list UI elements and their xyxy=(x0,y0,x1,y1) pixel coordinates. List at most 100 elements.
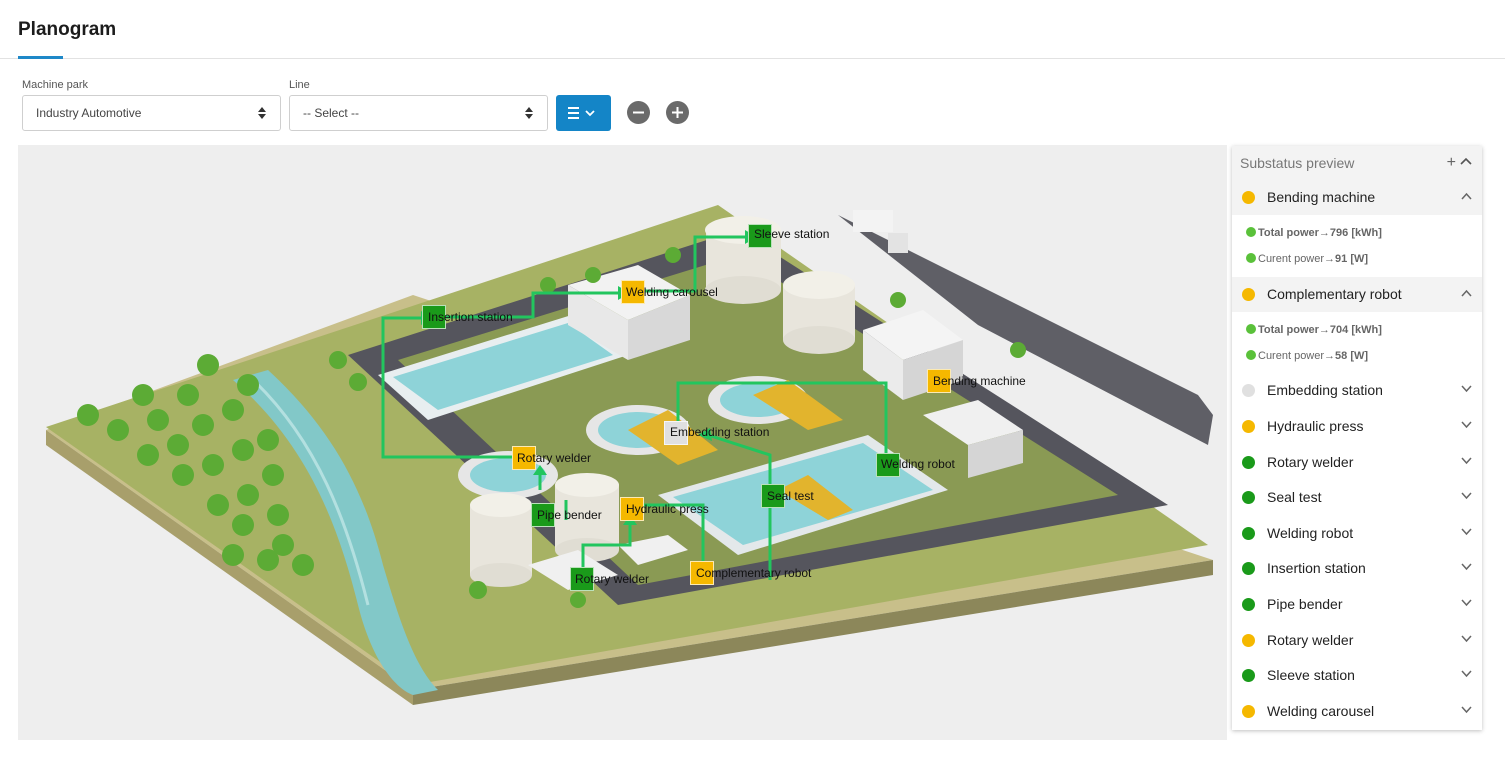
chevron-down-icon[interactable] xyxy=(1461,670,1472,678)
flow-connections xyxy=(381,230,893,580)
chevron-down-icon[interactable] xyxy=(1461,563,1472,571)
chevron-down-icon[interactable] xyxy=(1461,706,1472,714)
status-dot xyxy=(1242,491,1255,504)
substatus-item-label: Complementary robot xyxy=(1267,286,1402,302)
status-dot xyxy=(1242,191,1255,204)
metric-row: Total power→704 [kWh] xyxy=(1246,324,1382,336)
substatus-item-welding-carousel[interactable]: Welding carousel xyxy=(1232,694,1482,729)
substatus-item-welding-robot[interactable]: Welding robot xyxy=(1232,516,1482,551)
status-dot xyxy=(1242,562,1255,575)
metric-dot xyxy=(1246,253,1256,263)
zoom-out-button[interactable] xyxy=(627,101,650,124)
substatus-item-embedding-station[interactable]: Embedding station xyxy=(1232,373,1482,408)
chevron-down-icon[interactable] xyxy=(1461,385,1472,393)
metric-name: Curent power xyxy=(1258,350,1325,362)
line-value: -- Select -- xyxy=(303,106,360,120)
metric-dot xyxy=(1246,324,1256,334)
panel-title: Substatus preview xyxy=(1240,155,1355,171)
chevron-up-icon[interactable] xyxy=(1461,192,1472,200)
metric-dot xyxy=(1246,350,1256,360)
metric-value: 91 [W] xyxy=(1335,253,1369,265)
substatus-item-label: Welding robot xyxy=(1267,525,1354,541)
machine-label: Welding robot xyxy=(881,457,955,471)
status-dot xyxy=(1242,634,1255,647)
chevron-down-icon[interactable] xyxy=(1461,457,1472,465)
metric-name: Total power xyxy=(1258,324,1319,336)
page-header: Planogram xyxy=(0,0,1505,59)
substatus-panel: Substatus preview + Bending machine Tota… xyxy=(1232,146,1482,730)
machine-label: Embedding station xyxy=(670,425,770,439)
status-dot xyxy=(1242,669,1255,682)
substatus-item-label: Insertion station xyxy=(1267,560,1366,576)
chevron-down-icon[interactable] xyxy=(1461,635,1472,643)
substatus-item-label: Bending machine xyxy=(1267,189,1376,205)
substatus-item-label: Hydraulic press xyxy=(1267,418,1364,434)
list-menu-icon xyxy=(568,107,595,119)
substatus-item-sleeve-station[interactable]: Sleeve station xyxy=(1232,658,1482,693)
machine-label: Seal test xyxy=(767,489,814,503)
page-title: Planogram xyxy=(18,19,117,40)
substatus-item-label: Sleeve station xyxy=(1267,667,1355,683)
substatus-item-label: Welding carousel xyxy=(1267,703,1375,719)
machine-park-select[interactable]: Industry Automotive xyxy=(22,95,281,131)
metric-value: 704 [kWh] xyxy=(1329,324,1382,336)
machine-label: Insertion station xyxy=(428,310,513,324)
active-tab-indicator xyxy=(18,56,63,59)
substatus-item-bending-machine[interactable]: Bending machine xyxy=(1232,180,1482,215)
substatus-item-label: Pipe bender xyxy=(1267,596,1343,612)
metric-row: Curent power→91 [W] xyxy=(1246,253,1368,265)
line-label: Line xyxy=(289,79,310,91)
machine-park-value: Industry Automotive xyxy=(36,106,142,120)
machine-label: Hydraulic press xyxy=(626,502,709,516)
substatus-item-complementary-robot[interactable]: Complementary robot xyxy=(1232,277,1482,312)
chevron-down-icon[interactable] xyxy=(1461,421,1472,429)
substatus-item-label: Rotary welder xyxy=(1267,632,1354,648)
status-dot xyxy=(1242,288,1255,301)
metric-name: Curent power xyxy=(1258,253,1325,265)
substatus-item-rotary-welder[interactable]: Rotary welder xyxy=(1232,445,1482,480)
chevron-down-icon[interactable] xyxy=(1461,492,1472,500)
machine-label: Complementary robot xyxy=(696,566,812,580)
substatus-item-seal-test[interactable]: Seal test xyxy=(1232,480,1482,515)
chevron-up-icon[interactable] xyxy=(1460,156,1472,166)
substatus-item-label: Embedding station xyxy=(1267,382,1383,398)
machine-label: Pipe bender xyxy=(537,508,602,522)
planogram-map[interactable]: Sleeve station Welding carousel Insertio… xyxy=(18,145,1227,740)
metric-value: 58 [W] xyxy=(1335,350,1369,362)
chevron-down-icon[interactable] xyxy=(1461,528,1472,536)
machine-label: Welding carousel xyxy=(626,285,718,299)
status-dot xyxy=(1242,384,1255,397)
machine-label: Rotary welder xyxy=(517,451,592,465)
sort-arrows-icon xyxy=(525,107,533,119)
substatus-item-rotary-welder-2[interactable]: Rotary welder xyxy=(1232,623,1482,658)
chevron-up-icon[interactable] xyxy=(1461,289,1472,297)
metric-value: 796 [kWh] xyxy=(1329,227,1382,239)
status-dot xyxy=(1242,456,1255,469)
zoom-in-button[interactable] xyxy=(666,101,689,124)
substatus-item-hydraulic-press[interactable]: Hydraulic press xyxy=(1232,409,1482,444)
substatus-item-insertion-station[interactable]: Insertion station xyxy=(1232,551,1482,586)
substatus-item-label: Rotary welder xyxy=(1267,454,1354,470)
status-dot xyxy=(1242,705,1255,718)
substatus-item-pipe-bender[interactable]: Pipe bender xyxy=(1232,587,1482,622)
substatus-item-label: Seal test xyxy=(1267,489,1322,505)
metric-dot xyxy=(1246,227,1256,237)
metric-name: Total power xyxy=(1258,227,1319,239)
machine-label: Bending machine xyxy=(933,374,1026,388)
line-menu-button[interactable] xyxy=(556,95,611,131)
line-select[interactable]: -- Select -- xyxy=(289,95,548,131)
status-dot xyxy=(1242,527,1255,540)
machine-label: Rotary welder xyxy=(575,572,650,586)
minus-icon xyxy=(633,111,644,114)
metric-row: Total power→796 [kWh] xyxy=(1246,227,1382,239)
substatus-panel-header: Substatus preview + xyxy=(1232,146,1482,180)
status-dot xyxy=(1242,420,1255,433)
chevron-down-icon[interactable] xyxy=(1461,599,1472,607)
add-icon[interactable]: + xyxy=(1447,154,1456,172)
metric-row: Curent power→58 [W] xyxy=(1246,350,1368,362)
sort-arrows-icon xyxy=(258,107,266,119)
machine-label: Sleeve station xyxy=(754,227,830,241)
status-dot xyxy=(1242,598,1255,611)
plus-icon xyxy=(672,107,683,118)
machine-park-label: Machine park xyxy=(22,79,89,91)
